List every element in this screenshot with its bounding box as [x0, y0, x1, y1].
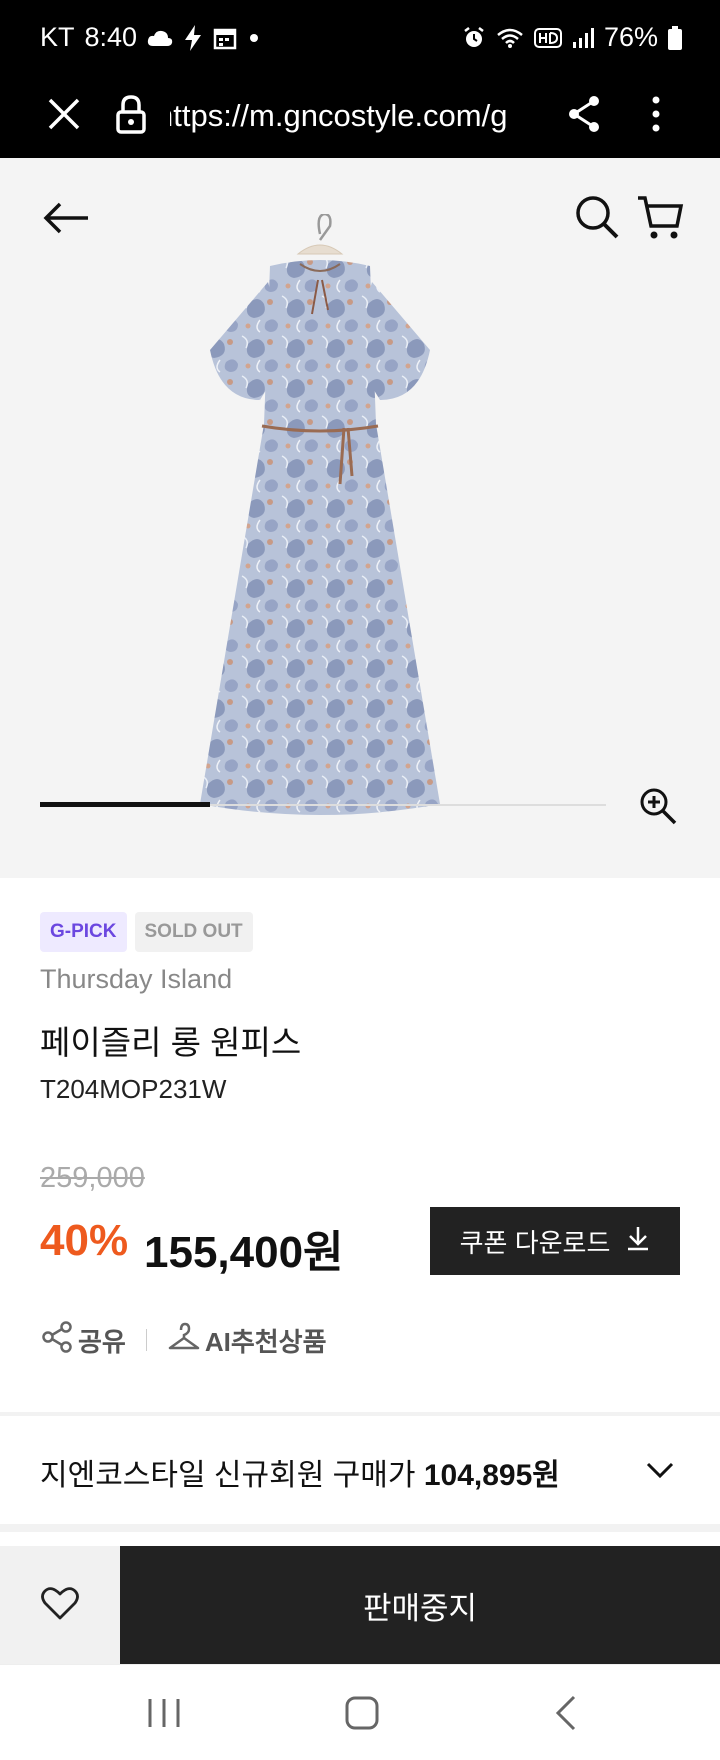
sale-price: 155,400원 — [144, 1228, 344, 1277]
clock: 8:40 — [84, 22, 138, 52]
download-icon — [626, 1225, 650, 1258]
url-text: https://m.gncostyle.com/g — [170, 98, 508, 133]
search-icon[interactable] — [574, 194, 620, 240]
member-price-text: 지엔코스타일 신규회원 구매가 104,895원 — [40, 1450, 560, 1494]
product-photo-dress — [200, 212, 520, 860]
brand-name[interactable]: Thursday Island — [40, 964, 232, 995]
wishlist-button[interactable] — [0, 1546, 120, 1664]
discount-rate: 40% — [40, 1216, 129, 1265]
product-image-area[interactable] — [0, 158, 720, 878]
lock-icon[interactable] — [114, 92, 148, 136]
status-left: KT 8:40 — [40, 22, 261, 53]
badge-gpick: G-PICK — [40, 912, 127, 952]
member-price-label: 지엔코스타일 신규회원 구매가 — [40, 1459, 416, 1492]
battery-percent: 76% — [603, 22, 658, 52]
battery-icon — [668, 25, 682, 50]
cloud-icon — [147, 28, 173, 48]
member-price-value: 104,895원 — [423, 1459, 560, 1492]
calendar-icon — [213, 26, 237, 50]
hd-voice-icon — [533, 27, 562, 48]
carrier: KT — [40, 22, 75, 52]
close-icon[interactable] — [44, 94, 84, 134]
charging-bolt-icon — [183, 24, 203, 51]
action-separator — [145, 1329, 147, 1351]
share-icon[interactable] — [566, 92, 602, 136]
product-badges: G-PICK SOLD OUT — [40, 912, 253, 952]
status-bar: KT 8:40 76% — [0, 0, 720, 78]
ai-recommend-button[interactable]: AI추천상품 — [167, 1322, 327, 1359]
product-name: 페이즐리 롱 원피스 — [40, 1024, 302, 1061]
back-icon[interactable] — [552, 1693, 580, 1733]
share-label: 공유 — [78, 1326, 126, 1357]
browser-toolbar: https://m.gncostyle.com/g — [0, 78, 720, 158]
cart-icon[interactable] — [636, 194, 684, 242]
heart-icon — [41, 1586, 79, 1625]
more-options-icon[interactable] — [644, 92, 668, 136]
share-button[interactable]: 공유 — [40, 1320, 126, 1361]
purchase-bar: 판매중지 — [0, 1546, 720, 1664]
wifi-icon — [496, 27, 524, 49]
share-icon — [40, 1320, 74, 1361]
coupon-download-button[interactable]: 쿠폰 다운로드 — [430, 1207, 680, 1275]
coupon-download-label: 쿠폰 다운로드 — [459, 1227, 611, 1258]
sale-stopped-button[interactable]: 판매중지 — [120, 1546, 720, 1664]
product-code: T204MOP231W — [40, 1074, 227, 1104]
system-nav-bar — [0, 1664, 720, 1760]
zoom-in-icon[interactable] — [638, 786, 678, 826]
recent-apps-icon[interactable] — [144, 1695, 184, 1731]
chevron-down-icon[interactable] — [644, 1454, 676, 1486]
member-price-row[interactable]: 지엔코스타일 신규회원 구매가 104,895원 — [0, 1416, 720, 1524]
url-field[interactable]: https://m.gncostyle.com/g — [170, 96, 538, 140]
signal-icon — [572, 27, 594, 49]
sale-stopped-label: 판매중지 — [362, 1590, 478, 1626]
notification-dot-icon — [247, 31, 261, 45]
alarm-icon — [462, 26, 486, 50]
hanger-icon — [167, 1322, 201, 1359]
status-right: 76% — [462, 22, 682, 53]
home-icon[interactable] — [342, 1693, 382, 1733]
badge-sold-out: SOLD OUT — [134, 912, 253, 952]
image-slider-progress — [40, 802, 210, 807]
product-actions: 공유 AI추천상품 — [40, 1320, 327, 1360]
ai-recommend-label: AI추천상품 — [204, 1326, 327, 1357]
section-divider — [0, 1524, 720, 1532]
back-arrow-icon[interactable] — [42, 198, 90, 238]
original-price: 259,000 — [40, 1162, 145, 1194]
